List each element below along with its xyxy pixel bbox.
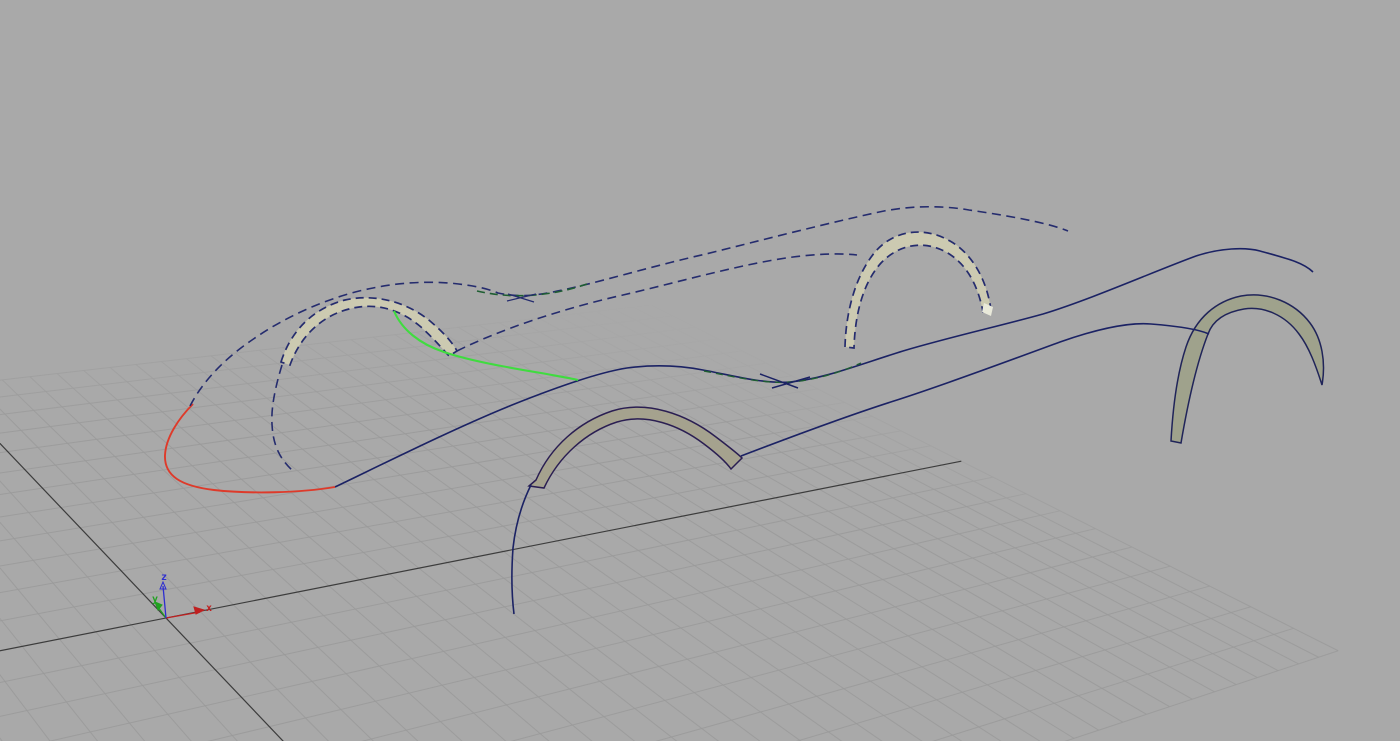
axis-label-x: x bbox=[206, 603, 212, 614]
viewport-3d[interactable]: x yz bbox=[0, 0, 1400, 741]
axis-label-y: y bbox=[152, 594, 158, 605]
perspective-scene-canvas[interactable]: x yz bbox=[0, 0, 1400, 741]
axis-label-z: z bbox=[161, 572, 167, 583]
